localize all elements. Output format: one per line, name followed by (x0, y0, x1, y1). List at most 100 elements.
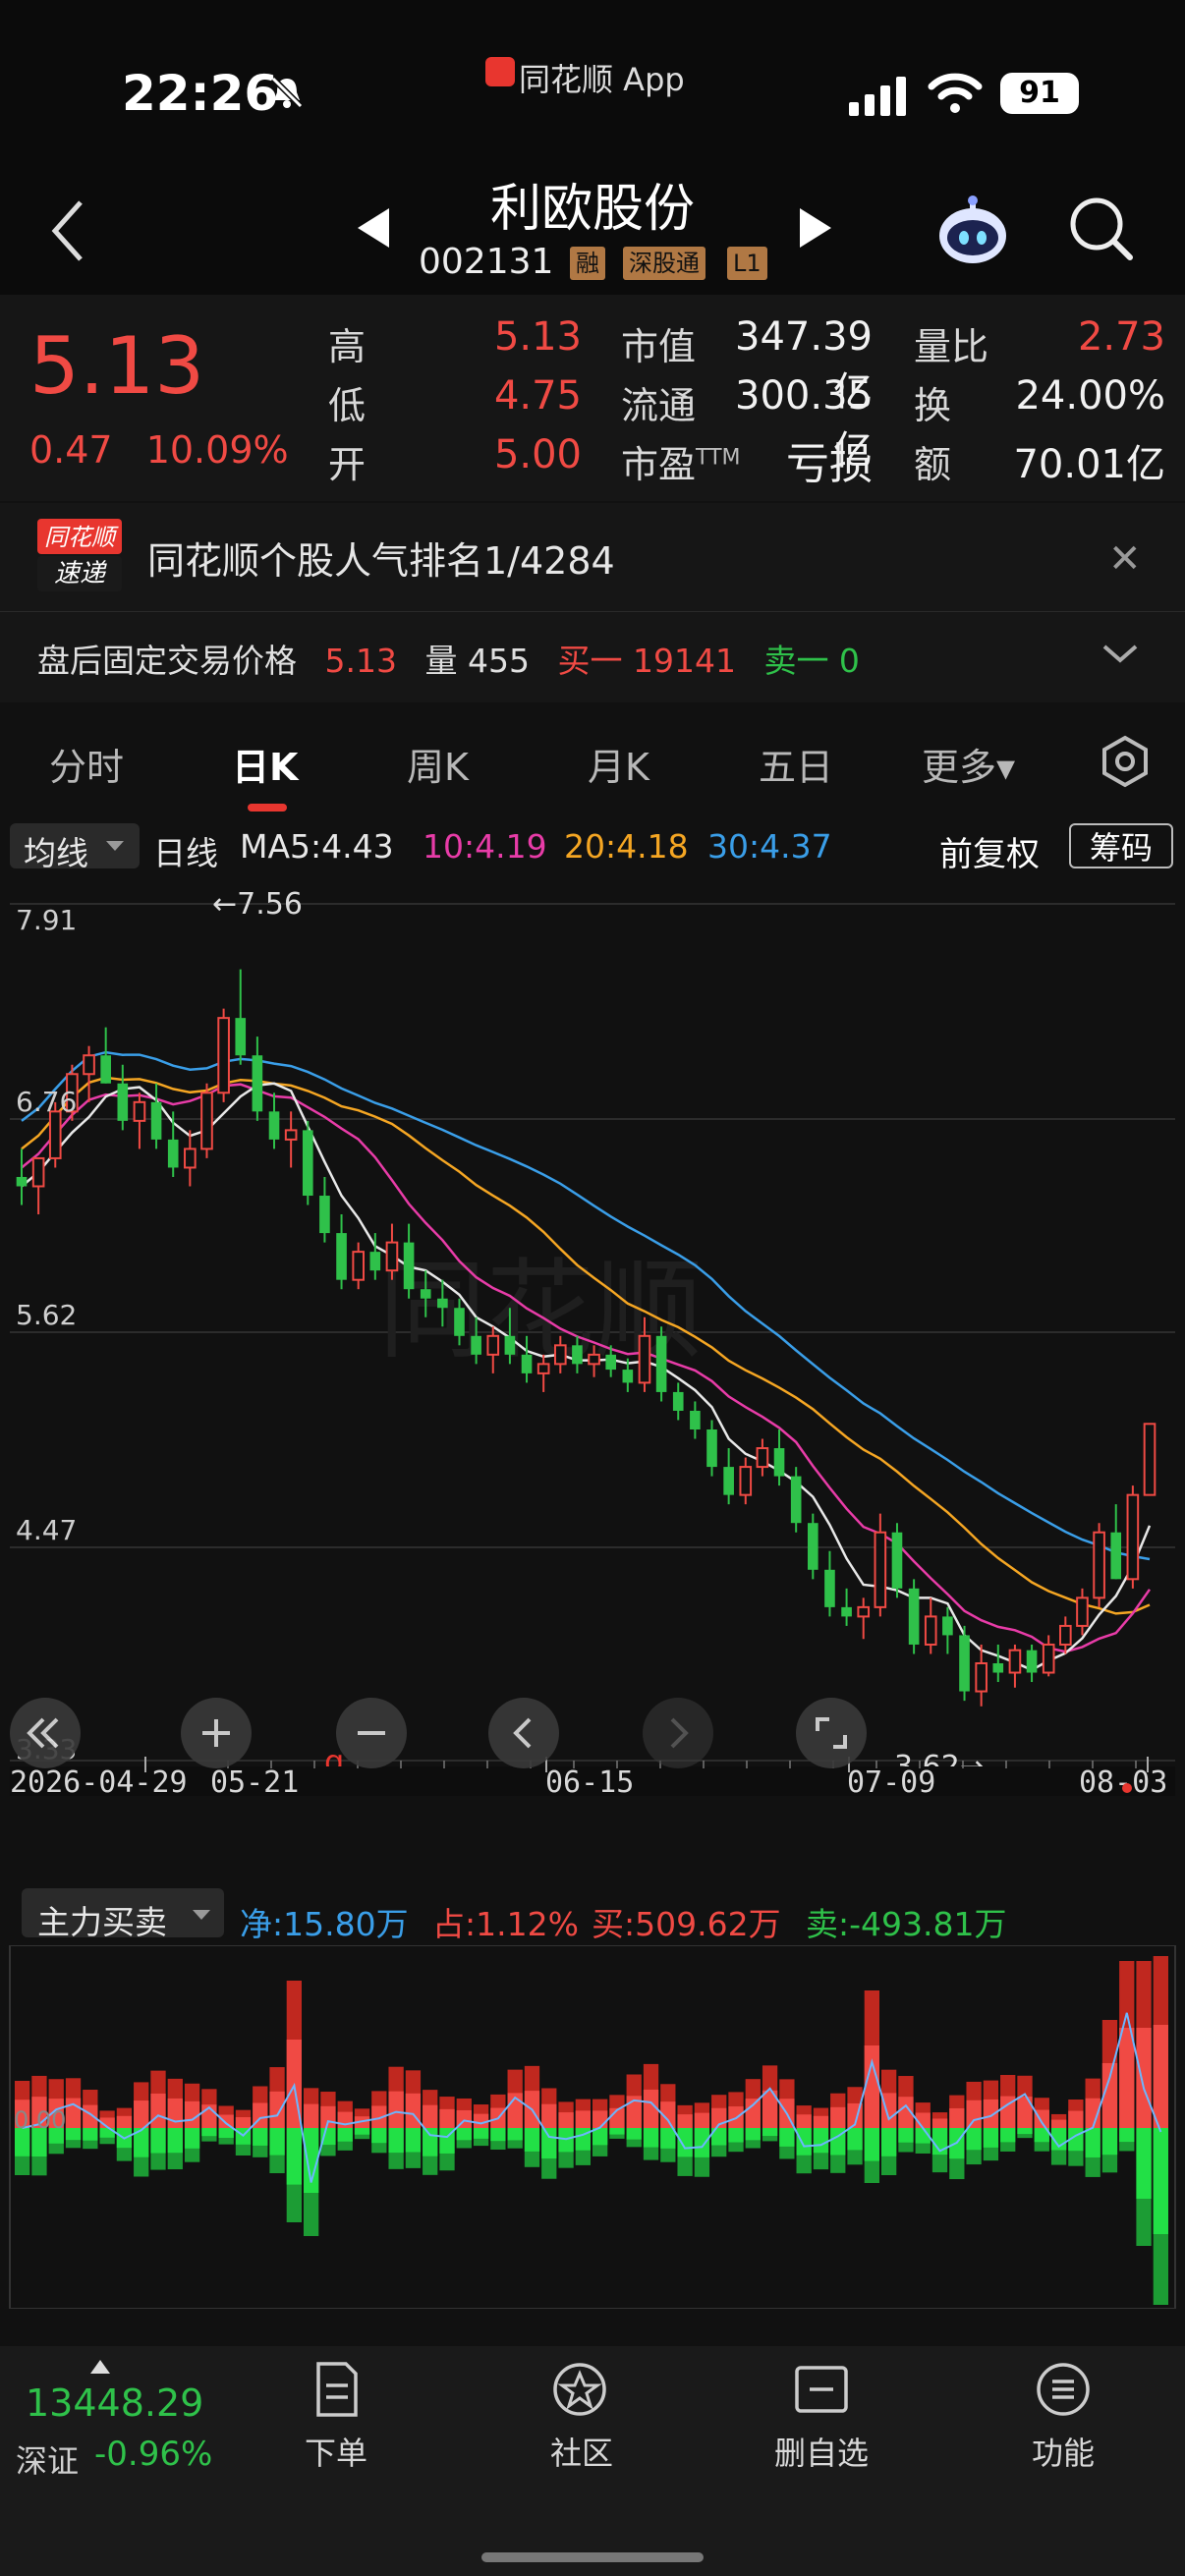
candle-body (217, 1017, 230, 1094)
candle-body (385, 1241, 399, 1272)
news-headline[interactable]: 同花顺个股人气排名1/4284 (147, 531, 615, 585)
x-tick-label: 08-03 (1079, 1765, 1167, 1796)
sell-bar-inner (490, 2128, 506, 2142)
order-document-icon[interactable] (307, 2360, 366, 2419)
after-hours-line: 盘后固定交易价格 5.13 量 455 买一 19141 卖一 0 (37, 635, 877, 682)
tab-daily-k[interactable]: 日K (232, 737, 298, 791)
candle-body (471, 1335, 481, 1355)
candle-body (31, 1156, 45, 1188)
fullscreen-button[interactable] (796, 1698, 867, 1768)
scroll-left-button[interactable] (488, 1698, 559, 1768)
ths-express-logo-icon: 同花顺 速递 (37, 519, 122, 591)
after-hours-price: 5.13 (324, 642, 397, 680)
assistant-robot-icon[interactable] (933, 193, 1012, 271)
sell-bar-inner (423, 2128, 438, 2156)
functions-button[interactable]: 功能 (985, 2429, 1142, 2474)
zoom-in-button[interactable] (181, 1698, 252, 1768)
candle-body (420, 1289, 431, 1299)
buy-bar-inner (83, 2104, 98, 2128)
buy-bar-inner (949, 2107, 965, 2128)
x-tick-label: 05-21 (210, 1765, 299, 1796)
candle-body (808, 1523, 818, 1570)
mcap-label: 市值 (621, 325, 697, 368)
buy-bar-inner (1136, 2028, 1152, 2128)
y-tick-label: 5.62 (16, 1299, 77, 1331)
candle-body (572, 1345, 583, 1365)
after-hours-volume: 量 455 (424, 642, 530, 680)
tab-five-day[interactable]: 五日 (759, 737, 833, 791)
close-icon[interactable]: ✕ (1108, 536, 1142, 582)
high-value: 5.13 (493, 314, 582, 360)
candle-body (1026, 1650, 1038, 1673)
x-tick-label: 07-09 (847, 1765, 935, 1796)
buy-bar-inner (388, 2091, 404, 2128)
money-flow-chart[interactable]: 0.00 (0, 1945, 1185, 2309)
logo-top-text: 同花顺 (44, 524, 119, 551)
x-tick-label: 06-15 (545, 1765, 634, 1796)
sell-bar-inner (218, 2128, 234, 2138)
buy-bar-inner (558, 2112, 574, 2128)
candle-body (723, 1467, 734, 1495)
chevron-right-icon (670, 1717, 689, 1749)
candle-body (706, 1429, 717, 1468)
candle-body (284, 1129, 298, 1141)
buy-flow-value: 买:509.62万 (592, 1905, 781, 1943)
sell-bar-inner (609, 2128, 625, 2135)
open-value: 5.00 (493, 432, 582, 477)
sell-bar-inner (745, 2128, 761, 2141)
margin-tag: 融 (570, 247, 605, 280)
tab-monthly-k[interactable]: 月K (588, 737, 649, 791)
candle-body (504, 1335, 516, 1355)
tab-more[interactable]: 更多▾ (922, 737, 1015, 791)
candle-body (672, 1391, 684, 1411)
change-amount: 0.47 (29, 428, 113, 472)
zoom-out-button[interactable] (336, 1698, 407, 1768)
candle-body (841, 1606, 852, 1617)
sell-bar-inner (405, 2128, 422, 2153)
sell-bar-inner (1017, 2128, 1033, 2135)
buy-bar-inner (235, 2117, 252, 2128)
minus-icon (358, 1731, 385, 1735)
sell1-quote: 卖一 0 (763, 642, 860, 680)
sell-bar-inner (779, 2128, 795, 2147)
sell-bar-inner (1000, 2128, 1016, 2143)
buy-bar-inner (184, 2100, 200, 2128)
sell-bar-inner (201, 2128, 217, 2137)
zoom-out-full-button[interactable] (10, 1698, 81, 1768)
double-chevron-left-icon (27, 1717, 59, 1749)
kline-chart[interactable]: 同花顺 7.916.765.624.473.33 ←7.56 3.62→ q 2… (0, 876, 1185, 1796)
buy-bar-inner (864, 2045, 879, 2128)
menu-icon[interactable] (1034, 2360, 1093, 2419)
buy-bar-inner (150, 2093, 166, 2128)
buy-bar-inner (694, 2112, 710, 2128)
order-button[interactable]: 下单 (257, 2429, 415, 2474)
index-expand-icon[interactable] (90, 2360, 110, 2374)
flow-ratio-value: 占:1.12% (432, 1905, 579, 1943)
scroll-right-button[interactable] (643, 1698, 713, 1768)
candle-body (454, 1308, 465, 1336)
remove-watchlist-button[interactable]: 删自选 (743, 2429, 900, 2474)
active-tab-indicator (248, 804, 287, 812)
community-button[interactable]: 社区 (503, 2429, 660, 2474)
chip-distribution-button[interactable]: 筹码 (1069, 823, 1173, 868)
home-indicator (481, 2552, 704, 2562)
status-time: 22:26 (122, 65, 279, 122)
sell-flow-value: 卖:-493.81万 (806, 1905, 1007, 1943)
pe-label-text: 市盈 (621, 443, 697, 486)
indicator-dropdown-label: 均线 (24, 834, 88, 872)
candle-body (521, 1354, 533, 1373)
tab-weekly-k[interactable]: 周K (407, 737, 469, 791)
settings-hexagon-icon[interactable] (1099, 735, 1152, 788)
sell-bar-inner (541, 2128, 557, 2159)
tab-intraday[interactable]: 分时 (49, 737, 124, 791)
buy-bar-inner (167, 2098, 183, 2128)
index-value[interactable]: 13448.29 (26, 2381, 203, 2425)
chevron-down-icon[interactable] (1100, 639, 1140, 668)
remove-watchlist-icon[interactable] (792, 2360, 851, 2419)
candle-body (1110, 1532, 1122, 1580)
candle-body (302, 1130, 313, 1197)
search-icon[interactable] (1067, 195, 1136, 263)
community-star-icon[interactable] (550, 2360, 609, 2419)
adjust-mode[interactable]: 前复权 (939, 827, 1040, 875)
buy-bar-inner (966, 2100, 982, 2128)
